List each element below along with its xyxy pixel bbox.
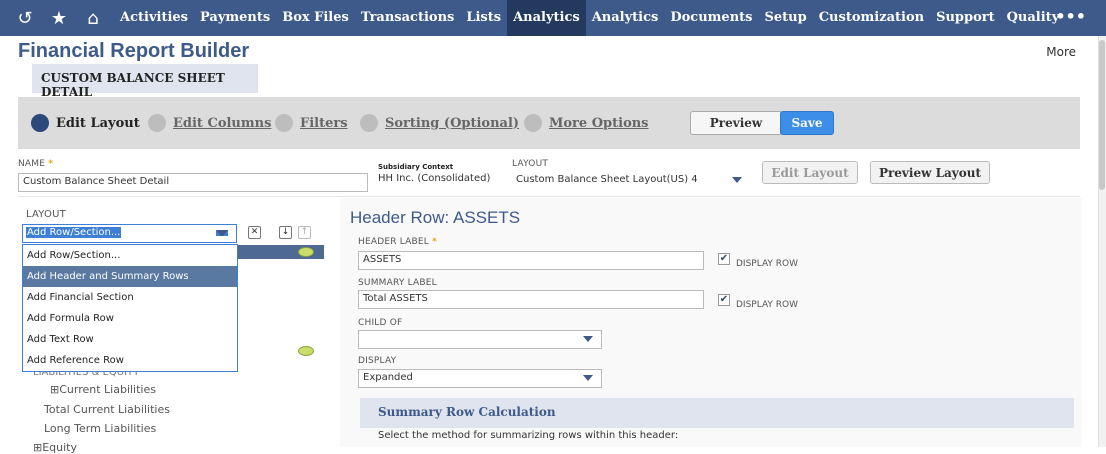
expand-icon[interactable]: ⊞: [33, 441, 42, 454]
layout-select[interactable]: Custom Balance Sheet Layout(US) 4: [512, 172, 750, 191]
dropdown-item-add-header-summary[interactable]: Add Header and Summary Rows: [23, 266, 237, 287]
report-subtitle-box: CUSTOM BALANCE SHEET DETAIL: [32, 64, 258, 99]
tree-node-label: Current Liabilities: [59, 383, 156, 396]
display-select[interactable]: Expanded: [358, 369, 602, 388]
dropdown-item-add-financial-section[interactable]: Add Financial Section: [23, 287, 237, 308]
chevron-down-icon: [216, 230, 228, 236]
summary-calc-description: Select the method for summarizing rows w…: [378, 430, 679, 441]
dropdown-item-add-text-row[interactable]: Add Text Row: [23, 329, 237, 350]
preview-button[interactable]: Preview: [690, 111, 782, 135]
summary-calc-title: Summary Row Calculation: [378, 405, 556, 419]
nav-item-transactions[interactable]: Transactions: [355, 0, 461, 36]
nav-item-activities[interactable]: Activities: [114, 0, 194, 36]
scrollbar-thumb[interactable]: [1099, 40, 1105, 190]
subsidiary-label: Subsidiary Context: [378, 163, 454, 171]
edit-layout-button[interactable]: Edit Layout: [762, 161, 858, 184]
dropdown-item-add-reference-row[interactable]: Add Reference Row: [23, 350, 237, 371]
left-layout-label: LAYOUT: [26, 209, 66, 220]
preview-layout-button[interactable]: Preview Layout: [870, 161, 990, 184]
step-edit-columns[interactable]: Edit Columns: [148, 114, 271, 132]
header-label-field[interactable]: ASSETS: [358, 251, 704, 270]
add-row-select[interactable]: Add Row/Section...: [22, 224, 237, 243]
nav-item-analytics[interactable]: Analytics: [586, 0, 665, 36]
chevron-down-icon: [732, 177, 742, 183]
name-label: NAME *: [18, 159, 54, 169]
nav-item-customization[interactable]: Customization: [813, 0, 930, 36]
layout-select-value: Custom Balance Sheet Layout(US) 4: [516, 174, 698, 185]
star-icon[interactable]: ★: [44, 8, 74, 29]
display-label: DISPLAY: [358, 356, 397, 366]
step-filters[interactable]: Filters: [275, 114, 348, 132]
nav-item-documents[interactable]: Documents: [664, 0, 758, 36]
chevron-down-icon: [583, 336, 593, 342]
add-row-dropdown-menu: Add Row/Section... Add Header and Summar…: [22, 244, 238, 372]
display-row-header-label: DISPLAY ROW: [736, 259, 798, 269]
save-button[interactable]: Save: [780, 111, 834, 135]
edit-row-icon[interactable]: [298, 247, 314, 257]
step-label: Filters: [300, 115, 348, 131]
home-icon[interactable]: ⌂: [78, 8, 108, 29]
expand-icon[interactable]: ⊞: [50, 383, 59, 396]
step-dot-icon: [524, 114, 542, 132]
step-more-options[interactable]: More Options: [524, 114, 649, 132]
nav-item-payments[interactable]: Payments: [194, 0, 276, 36]
tree-node-current-liabilities[interactable]: ⊞Current Liabilities: [50, 383, 156, 396]
display-row-header-checkbox[interactable]: ✔: [718, 253, 730, 265]
row-heading: Header Row: ASSETS: [350, 208, 521, 227]
display-row-summary-checkbox[interactable]: ✔: [718, 294, 730, 306]
move-down-icon[interactable]: ↓: [279, 226, 292, 239]
dropdown-item-add-row-section[interactable]: Add Row/Section...: [23, 245, 237, 266]
header-label-label: HEADER LABEL *: [358, 237, 437, 247]
child-of-select[interactable]: [358, 330, 602, 349]
tree-node-long-term-liabilities[interactable]: Long Term Liabilities: [44, 422, 156, 435]
step-edit-layout[interactable]: Edit Layout: [31, 114, 140, 132]
summary-label-field[interactable]: Total ASSETS: [358, 290, 704, 309]
tree-node-equity[interactable]: ⊞Equity: [33, 441, 77, 454]
step-bar: Edit Layout Edit Columns Filters Sorting…: [18, 97, 1080, 149]
section-divider: [18, 196, 1080, 197]
nav-item-analytics-active[interactable]: Analytics: [507, 0, 586, 36]
nav-more-icon[interactable]: •••: [1055, 0, 1086, 34]
tree-node-total-current-liabilities[interactable]: Total Current Liabilities: [44, 403, 170, 416]
nav-item-setup[interactable]: Setup: [758, 0, 812, 36]
history-icon[interactable]: ↺: [10, 8, 40, 29]
chevron-down-icon: [583, 375, 593, 381]
page-title: Financial Report Builder: [18, 40, 250, 62]
step-label: More Options: [549, 115, 649, 131]
step-dot-icon: [275, 114, 293, 132]
nav-item-lists[interactable]: Lists: [460, 0, 507, 36]
dropdown-item-add-formula-row[interactable]: Add Formula Row: [23, 308, 237, 329]
step-label: Sorting (Optional): [385, 115, 520, 131]
step-sorting[interactable]: Sorting (Optional): [360, 114, 519, 132]
step-dot-icon: [360, 114, 378, 132]
tree-node-label: Equity: [42, 441, 78, 454]
display-row-summary-label: DISPLAY ROW: [736, 300, 798, 310]
step-dot-icon: [31, 114, 49, 132]
child-of-label: CHILD OF: [358, 318, 403, 328]
edit-row-icon[interactable]: [298, 346, 314, 356]
move-up-icon[interactable]: ↑: [298, 226, 311, 239]
remove-row-icon[interactable]: ✕: [248, 226, 261, 239]
step-dot-icon: [148, 114, 166, 132]
layout-label: LAYOUT: [512, 159, 549, 169]
summary-label-label: SUMMARY LABEL: [358, 278, 437, 288]
nav-item-box-files[interactable]: Box Files: [276, 0, 355, 36]
name-field[interactable]: Custom Balance Sheet Detail: [18, 173, 368, 192]
step-label: Edit Layout: [56, 115, 140, 131]
display-select-value: Expanded: [363, 372, 413, 383]
nav-item-support[interactable]: Support: [930, 0, 1001, 36]
step-label: Edit Columns: [173, 115, 272, 131]
add-row-select-value: Add Row/Section...: [26, 227, 122, 238]
subsidiary-value: HH Inc. (Consolidated): [378, 173, 491, 184]
more-link[interactable]: More: [1046, 45, 1076, 59]
top-nav: ↺ ★ ⌂ Activities Payments Box Files Tran…: [0, 0, 1106, 36]
